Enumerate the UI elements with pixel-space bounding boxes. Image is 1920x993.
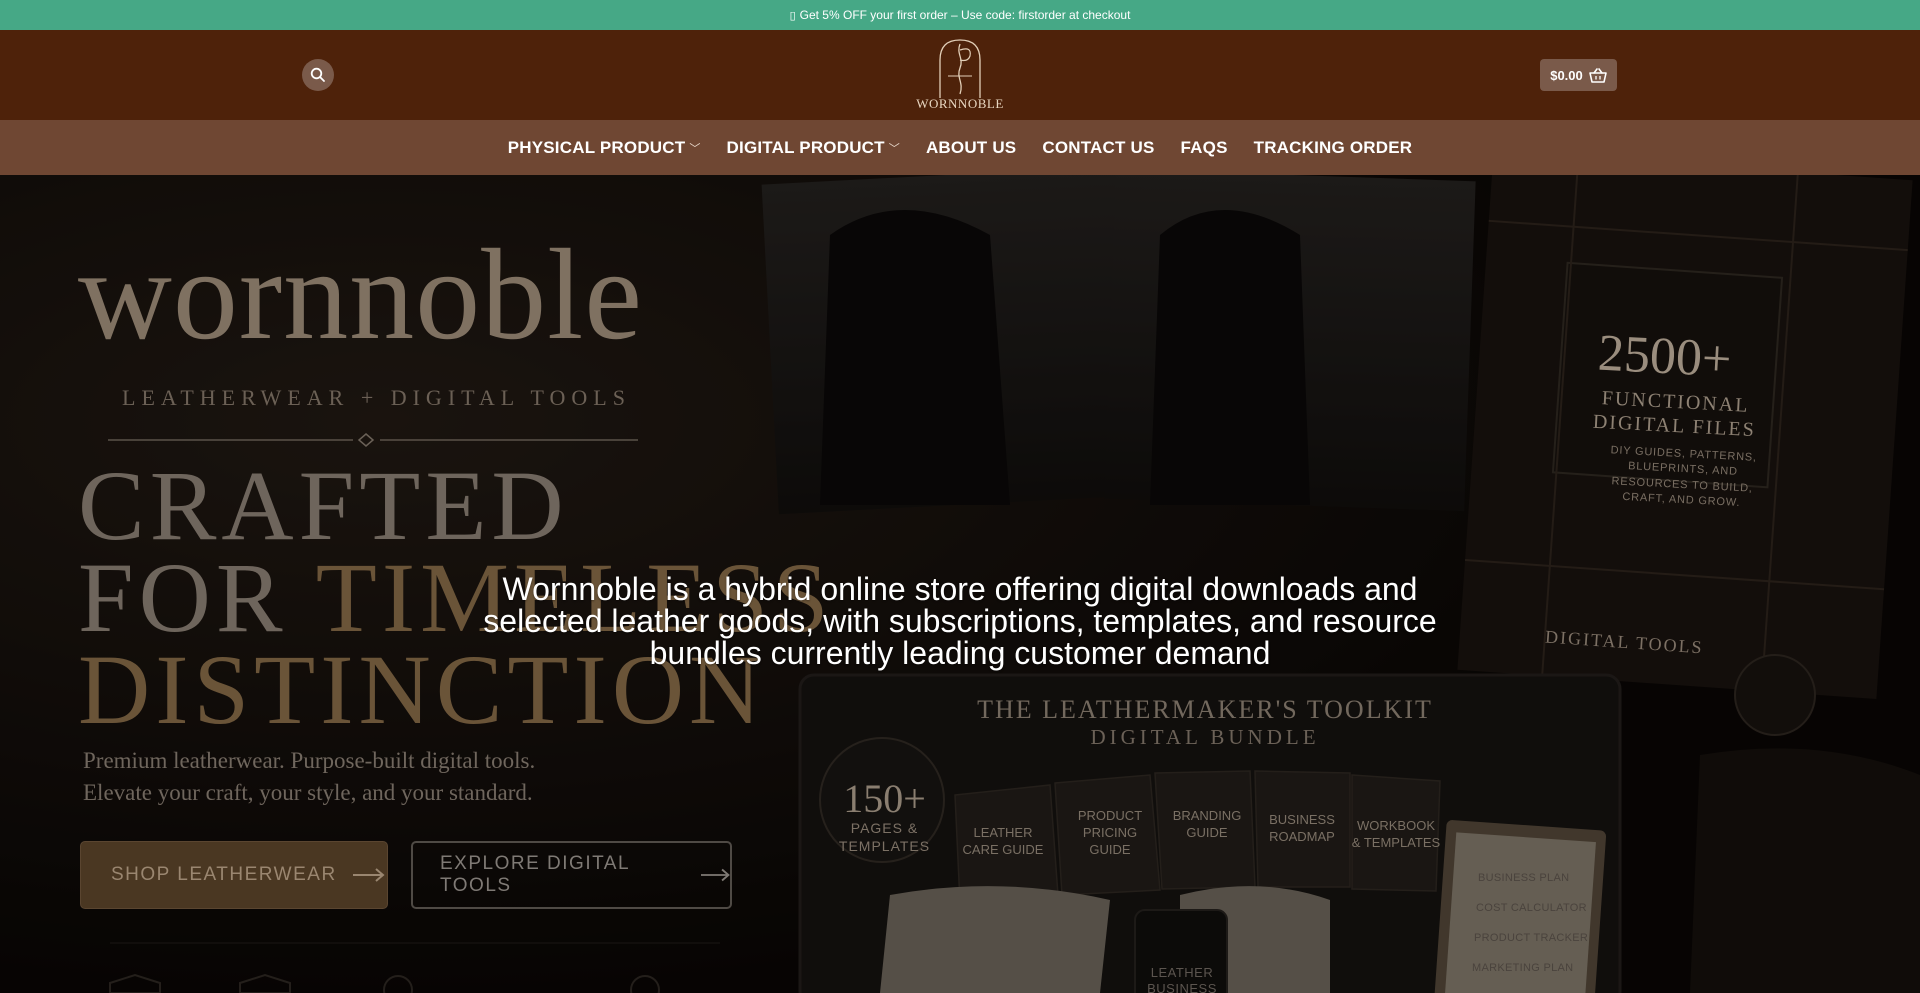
nav-label: CONTACT US (1042, 137, 1155, 157)
main-nav: PHYSICAL PRODUCT ﹀ DIGITAL PRODUCT ﹀ ABO… (0, 120, 1920, 175)
cart-total: $0.00 (1550, 67, 1583, 83)
headline-line-1: CRAFTED (78, 450, 569, 561)
nav-about-us[interactable]: ABOUT US (913, 138, 1029, 158)
cart-button[interactable]: $0.00 (1540, 59, 1617, 91)
subline-1: Premium leatherwear. Purpose-built digit… (83, 748, 536, 773)
clipboard-item: COST CALCULATOR (1476, 902, 1587, 914)
pages-label: PAGES & TEMPLATES (838, 820, 931, 854)
explore-digital-tools-button[interactable]: EXPLORE DIGITAL TOOLS (411, 841, 732, 909)
logo-text: WORNNOBLE (916, 96, 1004, 111)
card-leather-care: LEATHER CARE GUIDE (962, 825, 1044, 857)
nav-label: FAQS (1180, 137, 1228, 157)
nav-digital-product[interactable]: DIGITAL PRODUCT ﹀ (714, 138, 913, 158)
shop-label: SHOP LEATHERWEAR (111, 864, 337, 885)
announcement-bar: ▯ Get 5% OFF your first order – Use code… (0, 0, 1920, 30)
chevron-down-icon: ﹀ (689, 142, 701, 155)
files-label: FUNCTIONAL DIGITAL FILES (1592, 387, 1757, 442)
clipboard-item: BUSINESS PLAN (1478, 872, 1570, 884)
nav-label: DIGITAL PRODUCT (726, 137, 885, 157)
hero-brand-name: wornnoble (78, 223, 643, 367)
toolkit-subtitle: DIGITAL BUNDLE (1090, 725, 1320, 749)
shop-leatherwear-button[interactable]: SHOP LEATHERWEAR (80, 841, 388, 909)
hero-tagline: LEATHERWEAR + DIGITAL TOOLS (122, 385, 631, 410)
search-button[interactable] (302, 59, 334, 91)
hero-subline: Premium leatherwear. Purpose-built digit… (83, 745, 535, 809)
card-workbook: WORKBOOK & TEMPLATES (1351, 818, 1441, 850)
card-branding-guide: BRANDING GUIDE (1172, 808, 1242, 840)
toolkit-title: THE LEATHERMAKER'S TOOLKIT (977, 695, 1433, 724)
arrow-right-icon (352, 868, 385, 882)
nav-physical-product[interactable]: PHYSICAL PRODUCT ﹀ (495, 138, 714, 158)
clipboard-item: MARKETING PLAN (1472, 962, 1574, 974)
files-description: DIY GUIDES, PATTERNS, BLUEPRINTS, AND RE… (1610, 444, 1758, 510)
ornament-divider (108, 433, 638, 447)
nav-faqs[interactable]: FAQS (1168, 138, 1241, 158)
subline-2: Elevate your craft, your style, and your… (83, 780, 533, 806)
site-logo[interactable]: WORNNOBLE (910, 36, 1010, 114)
nav-tracking-order[interactable]: TRACKING ORDER (1241, 138, 1426, 158)
hero-banner: wornnoble LEATHERWEAR + DIGITAL TOOLS CR… (0, 175, 1920, 993)
explore-label: EXPLORE DIGITAL TOOLS (440, 853, 630, 896)
nav-label: ABOUT US (925, 137, 1017, 157)
nav-label: TRACKING ORDER (1253, 137, 1413, 157)
card-pricing-guide: PRODUCT PRICING GUIDE (1077, 808, 1143, 857)
hero-overlay-text: Wornnoble is a hybrid online store offer… (483, 571, 1437, 671)
card-business-roadmap: BUSINESS ROADMAP (1269, 812, 1335, 844)
chevron-down-icon: ﹀ (888, 142, 900, 155)
phone-label: LEATHER BUSINESS (1147, 965, 1217, 993)
nav-contact-us[interactable]: CONTACT US (1029, 138, 1167, 158)
logo-emblem (939, 39, 981, 98)
nav-label: PHYSICAL PRODUCT (507, 137, 686, 157)
clipboard-item: PRODUCT TRACKER (1474, 932, 1589, 944)
gift-icon: ▯ (789, 9, 796, 22)
files-count: 2500+ (1596, 324, 1733, 389)
arrow-right-icon (700, 868, 730, 882)
announcement-text: Get 5% OFF your first order – Use code: … (799, 8, 1131, 22)
search-icon (310, 67, 325, 82)
basket-icon (1588, 67, 1607, 83)
site-header: WORNNOBLE $0.00 (0, 30, 1920, 120)
pages-count: 150+ (843, 776, 926, 821)
